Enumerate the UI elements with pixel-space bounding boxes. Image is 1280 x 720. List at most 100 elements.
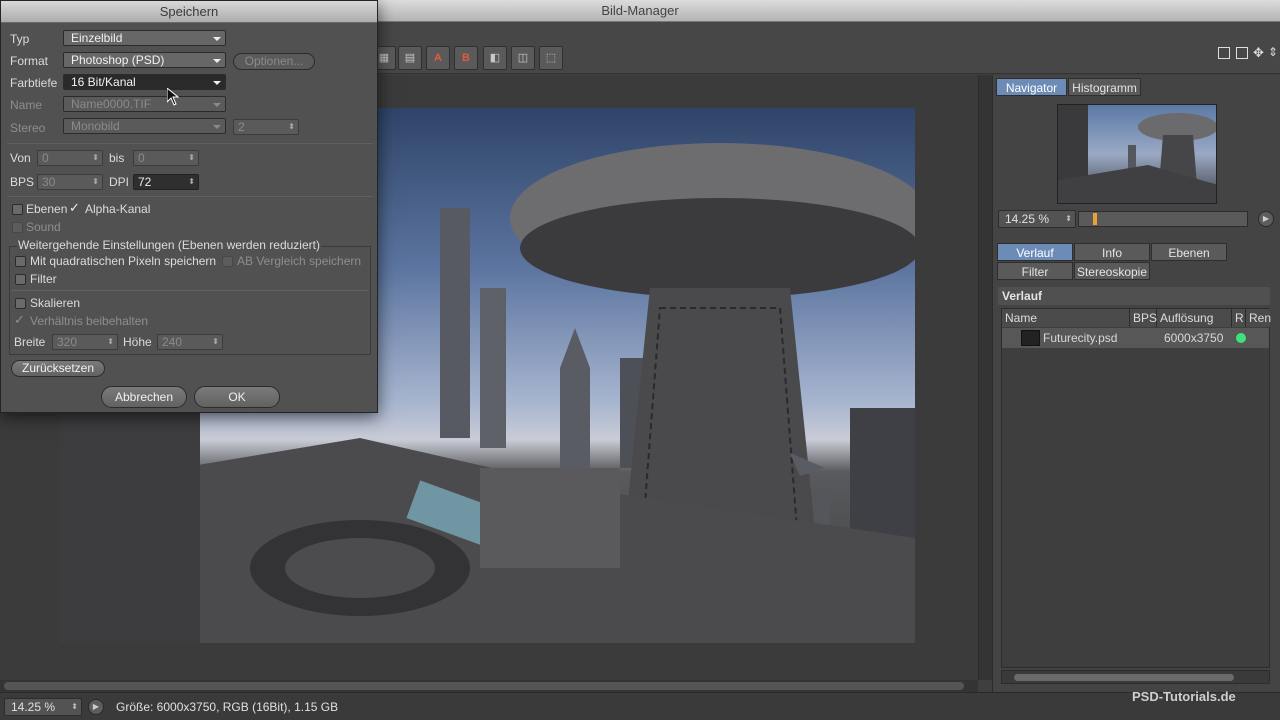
stepper-icon[interactable]: ⬍ <box>212 335 219 349</box>
toolbar-set-a-button[interactable]: A <box>426 46 450 70</box>
toolbar-compare-button-1[interactable]: ◧ <box>483 46 507 70</box>
stepper-icon[interactable]: ⬍ <box>92 151 99 165</box>
filter-label: Filter <box>30 272 57 286</box>
breite-field[interactable]: 320 ⬍ <box>52 334 118 350</box>
quadratische-pixel-checkbox[interactable] <box>15 256 26 267</box>
column-header-name[interactable]: Name <box>1002 309 1130 327</box>
ab-vergleich-checkbox[interactable] <box>222 256 233 267</box>
stepper-icon[interactable]: ⬍ <box>288 120 295 134</box>
chevron-down-icon <box>213 81 221 85</box>
set-a-label: A <box>434 52 442 64</box>
tab-label: Filter <box>1021 265 1049 279</box>
stepper-icon[interactable]: ⬍ <box>71 699 78 715</box>
tab-stereoskopie[interactable]: Stereoskopie <box>1074 262 1150 280</box>
typ-dropdown[interactable]: Einzelbild <box>63 30 226 46</box>
navigator-play-button[interactable]: ▶ <box>1258 211 1274 227</box>
toolbar-set-b-button[interactable]: B <box>454 46 478 70</box>
hoehe-field[interactable]: 240 ⬍ <box>157 334 223 350</box>
status-zoom-field[interactable]: 14.25 % ⬍ <box>4 698 82 716</box>
viewport-vertical-scrollbar[interactable] <box>978 75 992 680</box>
tab-info[interactable]: Info <box>1074 243 1150 261</box>
navigator-thumbnail[interactable] <box>1057 104 1217 204</box>
column-header-r[interactable]: R <box>1232 309 1246 327</box>
field-value: 0 <box>138 151 145 165</box>
skalieren-label: Skalieren <box>30 296 81 310</box>
play-icon: ▶ <box>1262 214 1270 223</box>
zoom-slider-knob[interactable] <box>1093 213 1097 225</box>
tab-navigator[interactable]: Navigator <box>996 78 1067 96</box>
stepper-icon[interactable]: ⬍ <box>107 335 114 349</box>
column-header-aufloesung[interactable]: Auflösung <box>1157 309 1232 327</box>
name-dropdown[interactable]: Name0000.TIF <box>63 96 226 112</box>
tab-ebenen[interactable]: Ebenen <box>1151 243 1227 261</box>
ebenen-checkbox[interactable] <box>12 204 23 215</box>
alpha-kanal-label: Alpha-Kanal <box>85 202 151 216</box>
field-value: 72 <box>138 175 152 189</box>
mouse-cursor-icon <box>167 88 179 106</box>
stereo-count-field[interactable]: 2 ⬍ <box>233 119 299 135</box>
chevron-down-icon <box>213 37 221 41</box>
dpi-field[interactable]: 72 ⬍ <box>133 174 199 190</box>
dpi-label: DPI <box>109 175 130 189</box>
tab-verlauf[interactable]: Verlauf <box>997 243 1073 261</box>
scroll-thumb[interactable] <box>4 682 964 690</box>
ok-button[interactable]: OK <box>194 386 280 408</box>
field-value: 30 <box>42 175 56 189</box>
tab-label: Histogramm <box>1072 81 1137 95</box>
bis-field[interactable]: 0 ⬍ <box>133 150 199 166</box>
navigator-zoom-slider[interactable] <box>1078 211 1248 227</box>
row-name: Futurecity.psd <box>1043 331 1118 345</box>
field-value: 240 <box>162 335 183 349</box>
column-header-ren[interactable]: Ren <box>1246 309 1271 327</box>
stereo-label: Stereo <box>10 121 46 135</box>
expand-icon[interactable]: ⇕ <box>1268 45 1278 59</box>
cancel-button[interactable]: Abbrechen <box>101 386 187 408</box>
stepper-icon[interactable]: ⬍ <box>1065 211 1072 227</box>
button-label: Zurücksetzen <box>21 361 95 375</box>
stereo-dropdown[interactable]: Monobild <box>63 118 226 134</box>
column-label: R <box>1235 311 1244 325</box>
ab-vergleich-label: AB Vergleich speichern <box>237 254 362 268</box>
bps-label: BPS <box>10 175 35 189</box>
toolbar-compare-button-3[interactable]: ⬚ <box>539 46 563 70</box>
column-label: Name <box>1005 311 1038 325</box>
toolbar-view-button-2[interactable]: ▤ <box>398 46 422 70</box>
von-field[interactable]: 0 ⬍ <box>37 150 103 166</box>
ebenen-label: Ebenen <box>26 202 68 216</box>
reset-button[interactable]: Zurücksetzen <box>11 360 105 377</box>
status-play-button[interactable]: ▶ <box>88 699 104 715</box>
status-info: Größe: 6000x3750, RGB (16Bit), 1.15 GB <box>116 700 339 714</box>
filter-checkbox[interactable] <box>15 274 26 285</box>
scroll-thumb[interactable] <box>1014 674 1234 681</box>
skalieren-checkbox[interactable] <box>15 298 26 309</box>
verhaeltnis-checkbox[interactable]: ✓ <box>14 312 25 328</box>
name-label: Name <box>10 98 43 112</box>
layout-grid-icon[interactable] <box>1236 47 1248 59</box>
farbtiefe-dropdown[interactable]: 16 Bit/Kanal <box>63 74 226 90</box>
format-dropdown[interactable]: Photoshop (PSD) <box>63 52 226 68</box>
viewport-horizontal-scrollbar[interactable] <box>0 680 978 692</box>
stepper-icon[interactable]: ⬍ <box>92 175 99 189</box>
watermark-logo: PSD-Tutorials.de <box>1132 689 1236 704</box>
column-header-bps[interactable]: BPS <box>1130 309 1157 327</box>
stepper-icon[interactable]: ⬍ <box>188 175 195 189</box>
alpha-kanal-checkbox[interactable]: ✓ <box>69 200 80 216</box>
toolbar-compare-button-2[interactable]: ◫ <box>511 46 535 70</box>
disc-under <box>520 198 915 298</box>
tab-filter[interactable]: Filter <box>997 262 1073 280</box>
thumbnail-render <box>1058 105 1216 203</box>
layout-panel-icon[interactable] <box>1218 47 1230 59</box>
bps-field[interactable]: 30 ⬍ <box>37 174 103 190</box>
navigator-zoom-field[interactable]: 14.25 % ⬍ <box>998 210 1076 228</box>
verlauf-horizontal-scrollbar[interactable] <box>1001 670 1270 684</box>
tab-label: Stereoskopie <box>1076 265 1148 279</box>
table-row[interactable]: Futurecity.psd 6000x3750 <box>1002 328 1269 348</box>
farbtiefe-label: Farbtiefe <box>10 76 58 90</box>
sound-checkbox[interactable] <box>12 222 23 233</box>
optionen-button[interactable]: Optionen... <box>233 53 315 70</box>
dialog-title: Speichern <box>159 4 219 19</box>
dropdown-value: Name0000.TIF <box>71 97 152 111</box>
stepper-icon[interactable]: ⬍ <box>188 151 195 165</box>
tab-histogramm[interactable]: Histogramm <box>1068 78 1141 96</box>
move-icon[interactable]: ✥ <box>1253 45 1264 61</box>
